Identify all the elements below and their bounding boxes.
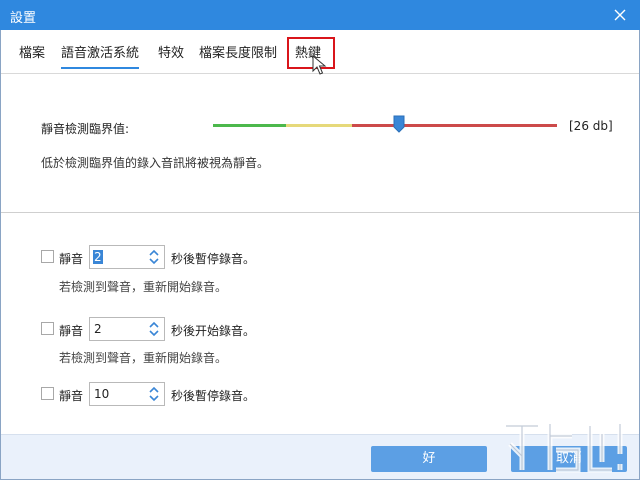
rule-row-2: 靜音 2 秒後开始錄音。 <box>41 317 541 343</box>
ok-button[interactable]: 好 <box>371 446 487 472</box>
tab-effects[interactable]: 特效 <box>158 42 184 61</box>
rule-3-checkbox[interactable] <box>41 387 54 400</box>
rule-2-suffix: 秒後开始錄音。 <box>171 324 256 338</box>
rule-3-label: 靜音 <box>59 389 84 403</box>
threshold-slider[interactable] <box>213 115 559 135</box>
slider-yellow-segment <box>286 124 352 127</box>
stepper-arrows-icon[interactable] <box>148 248 160 266</box>
threshold-description: 低於檢測臨界值的錄入音訊將被視為靜音。 <box>41 156 270 170</box>
stepper-arrows-icon[interactable] <box>148 385 160 403</box>
rule-2-note: 若檢測到聲音，重新開始錄音。 <box>59 351 228 365</box>
watermark-logo <box>506 423 623 473</box>
tab-bar: 檔案 語音激活系統 特效 檔案長度限制 熱鍵 <box>1 30 639 75</box>
close-icon[interactable] <box>610 5 630 25</box>
rule-2-seconds-stepper[interactable]: 2 <box>89 317 165 341</box>
threshold-label: 靜音檢測臨界值: <box>41 122 130 136</box>
rule-3-seconds-stepper[interactable]: 10 <box>89 382 165 406</box>
rule-2-label: 靜音 <box>59 324 84 338</box>
rule-row-3: 靜音 10 秒後暫停錄音。 <box>41 382 541 408</box>
stepper-arrows-icon[interactable] <box>148 320 160 338</box>
rule-1-checkbox[interactable] <box>41 250 54 263</box>
rule-1-seconds-stepper[interactable]: 2 <box>89 245 165 269</box>
mouse-cursor-icon <box>312 55 327 75</box>
threshold-section: 靜音檢測臨界值: [26 db] 低於檢測臨界值的錄入音訊將被視為靜音。 <box>1 75 639 213</box>
rule-1-label: 靜音 <box>59 252 84 266</box>
rule-row-1: 靜音 2 秒後暫停錄音。 <box>41 245 541 271</box>
rule-1-suffix: 秒後暫停錄音。 <box>171 252 256 266</box>
slider-green-segment <box>213 124 286 127</box>
rule-1-seconds-value[interactable]: 2 <box>93 250 103 264</box>
window-title: 設置 <box>10 11 37 26</box>
tab-file[interactable]: 檔案 <box>19 42 45 61</box>
slider-red-segment <box>352 124 557 127</box>
tab-file-length-limit[interactable]: 檔案長度限制 <box>199 42 277 61</box>
rule-1-note: 若檢測到聲音，重新開始錄音。 <box>59 280 228 294</box>
rule-3-seconds-value[interactable]: 10 <box>93 387 110 401</box>
rule-3-suffix: 秒後暫停錄音。 <box>171 389 256 403</box>
settings-dialog: 檔案 語音激活系統 特效 檔案長度限制 熱鍵 靜音檢測臨界值: [26 db] … <box>0 30 640 480</box>
rule-2-seconds-value[interactable]: 2 <box>93 322 103 336</box>
tab-voice-activation[interactable]: 語音激活系統 <box>61 42 140 69</box>
rule-2-checkbox[interactable] <box>41 322 54 335</box>
title-bar: 設置 <box>0 0 640 30</box>
threshold-value: [26 db] <box>569 119 613 133</box>
slider-thumb[interactable] <box>393 115 405 133</box>
